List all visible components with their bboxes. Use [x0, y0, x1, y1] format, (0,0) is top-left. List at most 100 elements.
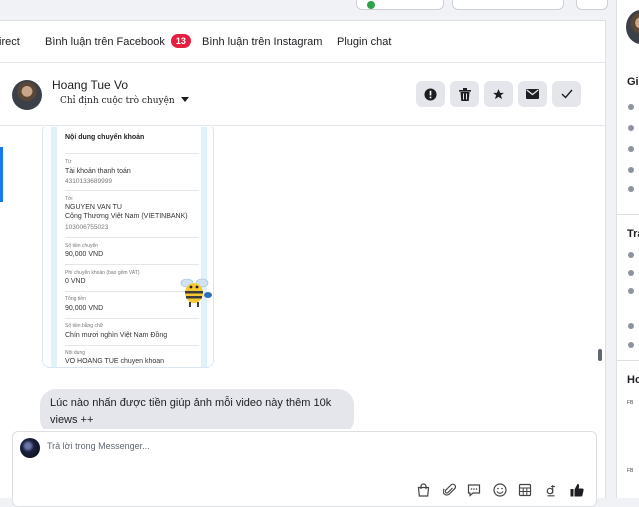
thread-scrollbar[interactable]: [598, 349, 602, 361]
location-icon: [628, 342, 634, 348]
inbox-main-panel: irect Bình luận trên Facebook 13 Bình luậ…: [0, 20, 606, 507]
receipt-content-label: Nội dung: [65, 350, 86, 356]
check-icon: [561, 89, 573, 99]
table-icon: [518, 483, 532, 497]
top-strip: [0, 0, 639, 12]
attach-button[interactable]: [441, 482, 457, 498]
thumbs-up-icon: [570, 484, 584, 497]
phone-icon: [628, 125, 634, 131]
tab-instagram-comments[interactable]: Bình luận trên Instagram: [202, 21, 322, 63]
paperclip-icon: [442, 483, 456, 496]
table-button[interactable]: [517, 482, 533, 498]
tab-label: irect: [0, 36, 20, 48]
assign-label: Chỉ định cuộc trò chuyện: [60, 96, 175, 106]
user-name[interactable]: Hoang Tue Vo: [52, 78, 128, 92]
receipt-amount-value: 90,000 VND: [65, 251, 104, 258]
contact-details-panel: Giớ Trạ Ho FB FB: [616, 0, 639, 498]
top-chip-left[interactable]: [356, 0, 444, 10]
info-row-icon: [628, 104, 634, 110]
transfer-receipt-image[interactable]: Nội dung chuyển khoản Từ Tài khoản thanh…: [42, 127, 214, 368]
info-row-icon: [628, 288, 634, 294]
count-badge: 13: [170, 34, 191, 48]
info-row-icon: [628, 146, 634, 152]
receipt-words-label: Số tiền bằng chữ: [65, 323, 104, 329]
panel-divider: [617, 360, 639, 361]
receipt-to-bank: Công Thương Việt Nam (VIETINBANK): [65, 213, 188, 220]
status-heading: Trạ: [627, 228, 639, 240]
page-avatar: [20, 438, 40, 458]
emoji-icon: [493, 483, 507, 497]
receipt-from-label: Từ: [65, 159, 72, 165]
receipt-divider: [65, 264, 199, 265]
receipt-divider: [65, 153, 199, 154]
tab-label: Plugin chat: [337, 36, 392, 48]
receipt-to-label: Tới: [65, 196, 73, 202]
tab-facebook-comments[interactable]: Bình luận trên Facebook 13: [45, 21, 191, 63]
dong-icon: [546, 485, 555, 497]
message-bubble[interactable]: Lúc nào nhấn được tiền giúp ảnh mỗi vide…: [40, 389, 354, 429]
star-button[interactable]: [484, 81, 513, 107]
receipt-to-name: NGUYEN VAN TU: [65, 204, 122, 211]
mail-icon: [526, 89, 539, 99]
receipt-divider: [65, 237, 199, 238]
receipt-card: Nội dung chuyển khoản Từ Tài khoản thanh…: [51, 127, 207, 367]
reply-composer: [12, 431, 597, 507]
receipt-divider: [65, 318, 199, 319]
mark-unread-button[interactable]: [518, 81, 547, 107]
history-heading: Ho: [627, 374, 639, 386]
payment-button[interactable]: [543, 482, 559, 498]
receipt-amount-label: Số tiền chuyển: [65, 243, 99, 249]
emoji-button[interactable]: [492, 482, 508, 498]
inbox-tabs: irect Bình luận trên Facebook 13 Bình luậ…: [0, 21, 606, 63]
receipt-fee-label: Phí chuyển khoản (bao gồm VAT): [65, 270, 140, 276]
comment-icon: [467, 484, 481, 497]
saved-reply-button[interactable]: [466, 482, 482, 498]
selection-marker: [0, 147, 3, 202]
info-row-icon: [628, 186, 634, 192]
mark-done-button[interactable]: [552, 81, 581, 107]
tab-label: Bình luận trên Instagram: [202, 36, 323, 48]
location-icon: [628, 323, 634, 329]
bee-mascot-icon: [180, 278, 212, 307]
conversation-header: Hoang Tue Vo Chỉ định cuộc trò chuyện: [0, 64, 606, 126]
receipt-divider: [65, 190, 199, 191]
tab-label: Bình luận trên Facebook: [45, 36, 165, 48]
avatar[interactable]: [12, 80, 42, 110]
receipt-words-value: Chín mươi nghìn Việt Nam Đồng: [65, 332, 168, 339]
top-chip-right[interactable]: [576, 0, 608, 10]
tab-direct[interactable]: irect: [0, 21, 20, 63]
message-text: Lúc nào nhấn được tiền giúp ảnh mỗi vide…: [50, 397, 332, 426]
like-button[interactable]: [569, 482, 585, 498]
top-chip-middle[interactable]: [452, 0, 564, 10]
trash-icon: [458, 87, 471, 101]
receipt-title: Nội dung chuyển khoản: [65, 134, 145, 141]
receipt-to-account: 103006755023: [65, 224, 109, 231]
delete-button[interactable]: [450, 81, 479, 107]
assign-conversation-dropdown[interactable]: Chỉ định cuộc trò chuyện: [60, 96, 189, 106]
info-row-icon: [628, 167, 634, 173]
receipt-total-value: 90,000 VND: [65, 305, 104, 312]
receipt-total-label: Tổng tiền: [65, 296, 86, 302]
caret-down-icon: [180, 97, 189, 102]
fb-label: FB: [627, 400, 634, 406]
status-dot-icon: [367, 1, 375, 9]
shopping-bag-icon: [417, 483, 429, 497]
shopping-bag-button[interactable]: [415, 482, 431, 498]
reply-input[interactable]: [47, 441, 547, 451]
mark-spam-button[interactable]: [416, 81, 445, 107]
contact-avatar: [626, 10, 639, 44]
contact-info-heading: Giớ: [627, 76, 639, 88]
receipt-from-account: 4310133689999: [65, 178, 112, 185]
fb-label: FB: [627, 468, 634, 474]
message-thread[interactable]: Nội dung chuyển khoản Từ Tài khoản thanh…: [0, 127, 606, 429]
receipt-from-value: Tài khoản thanh toán: [65, 168, 131, 175]
tab-plugin-chat[interactable]: Plugin chat: [337, 21, 391, 63]
alert-icon: [424, 87, 437, 101]
star-icon: [493, 88, 504, 99]
receipt-divider: [65, 345, 199, 346]
receipt-fee-value: 0 VND: [65, 278, 86, 285]
receipt-content-value: VO HOANG TUE chuyen khoan: [65, 358, 165, 365]
like-icon: [628, 270, 634, 276]
info-row-icon: [628, 252, 634, 258]
panel-divider: [617, 214, 639, 215]
